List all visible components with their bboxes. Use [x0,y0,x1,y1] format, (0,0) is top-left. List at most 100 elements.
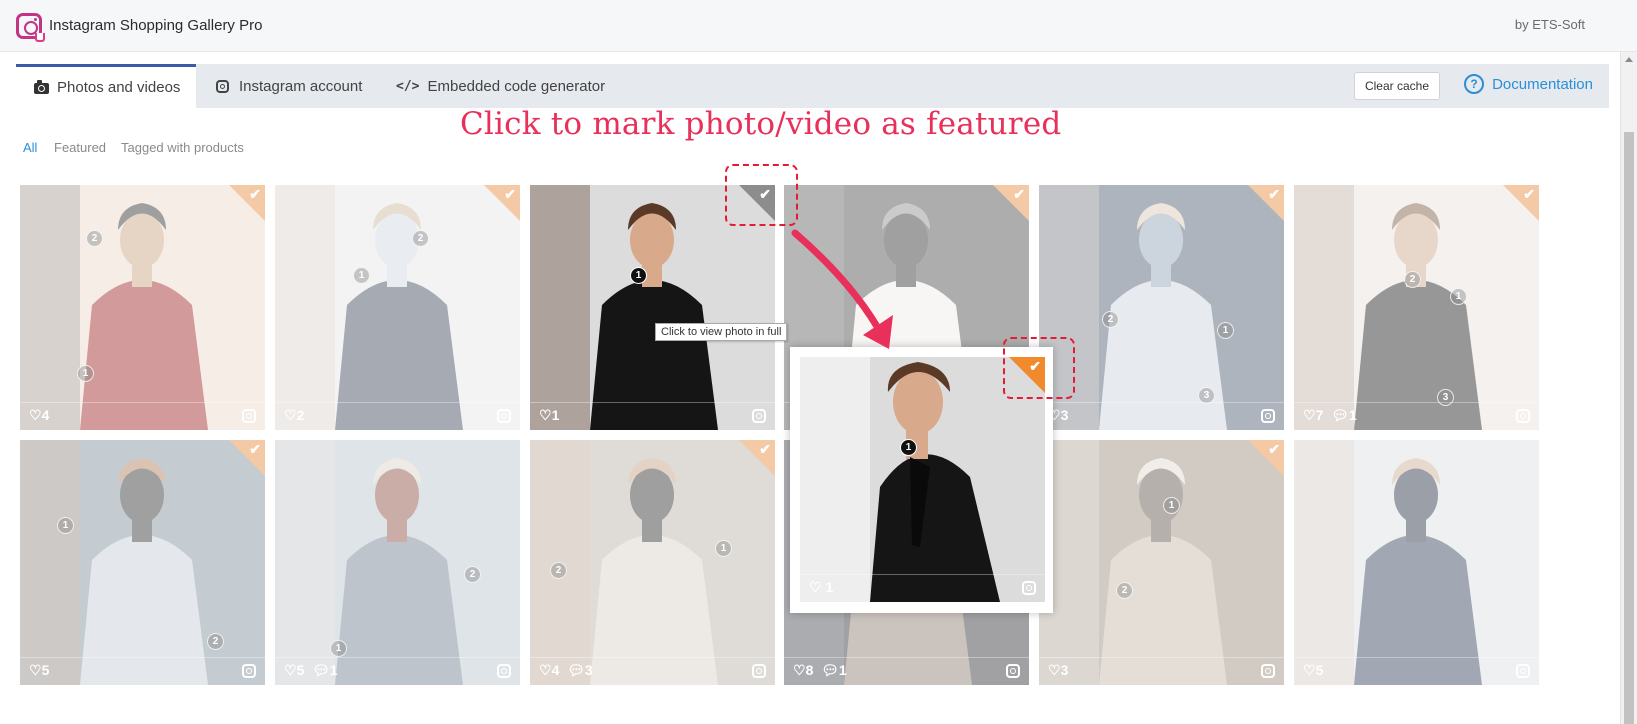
instagram-icon[interactable] [1022,581,1036,595]
gallery-photo-tile[interactable]: ♡5 [1294,440,1539,685]
tile-stats: ♡4 [29,407,50,423]
tile-stats: ♡8 💬︎1 [793,662,847,678]
product-tag-marker[interactable]: 1 [630,267,647,284]
tile-dim-overlay [1039,185,1284,430]
app-title: Instagram Shopping Gallery Pro [49,17,263,34]
gallery-photo-tile[interactable]: 2 1 3 ✔ ♡3 [1039,185,1284,430]
instagram-icon[interactable] [1516,664,1530,678]
instagram-icon[interactable] [752,664,766,678]
instagram-icon[interactable] [1516,409,1530,423]
gallery-photo-tile[interactable]: 2 1 ✔ ♡4 💬︎3 [530,440,775,685]
instagram-icon[interactable] [1261,409,1275,423]
filter-tagged-with-products[interactable]: Tagged with products [121,140,244,155]
tile-stats: ♡5 [29,662,50,678]
tile-footer: ♡3 [1039,402,1284,430]
tile-footer: ♡1 [530,402,775,430]
product-tag-marker[interactable]: 2 [550,562,567,579]
gallery-photo-tile[interactable]: 1 2 ✔ ♡5 [20,440,265,685]
tile-footer: ♡ 1 [800,574,1045,602]
comment-count: 1 [838,662,847,678]
help-circle-icon: ? [1464,74,1485,94]
like-count: 5 [1315,662,1324,678]
product-tag-marker[interactable]: 2 [207,633,224,650]
product-tag-marker[interactable]: 2 [412,230,429,247]
comment-count: 1 [1348,407,1357,423]
like-count: 3 [1060,407,1069,423]
tile-dim-overlay [275,440,520,685]
scroll-thumb[interactable] [1624,132,1634,724]
comment-count: 1 [329,662,338,678]
gallery-photo-tile[interactable]: 2 1 3 ✔ ♡7 💬︎1 [1294,185,1539,430]
tab-label: Instagram account [239,77,363,95]
gallery-photo-tile[interactable]: 2 1 ✔ ♡2 [275,185,520,430]
app-titlebar: Instagram Shopping Gallery Pro by ETS-So… [0,0,1637,52]
product-tag-marker[interactable]: 1 [353,267,370,284]
product-tag-marker[interactable]: 1 [1217,322,1234,339]
featured-toggle-highlight [725,164,798,226]
instagram-icon[interactable] [1261,664,1275,678]
product-tag-marker[interactable]: 1 [330,640,347,657]
clear-cache-button[interactable]: Clear cache [1353,72,1440,100]
filter-featured[interactable]: Featured [54,140,106,155]
tab-bar: Photos and videos Instagram account </> … [16,64,1609,108]
tab-photos-and-videos[interactable]: Photos and videos [16,64,196,108]
product-tag-marker[interactable]: 1 [57,517,74,534]
tile-footer: ♡8 💬︎1 [784,657,1029,685]
instagram-icon[interactable] [497,409,511,423]
product-tag-marker[interactable]: 1 [715,540,732,557]
like-count: 4 [551,662,560,678]
tile-dim-overlay [1039,440,1284,685]
gallery-photo-tile[interactable]: 2 1 ✔ ♡4 [20,185,265,430]
tab-embedded-code-generator[interactable]: </> Embedded code generator [396,64,605,108]
product-tag-marker[interactable]: 2 [1102,311,1119,328]
documentation-link[interactable]: ? Documentation [1464,74,1593,94]
annotation-arrow-icon [791,229,893,349]
product-tag-marker[interactable]: 1 [1450,288,1467,305]
tile-footer: ♡3 [1039,657,1284,685]
like-count: 5 [296,662,305,678]
product-tag-marker[interactable]: 2 [464,566,481,583]
product-tag-marker[interactable]: 1 [900,439,917,456]
tile-stats: ♡1 [539,407,560,423]
instagram-icon[interactable] [497,664,511,678]
tab-label: Photos and videos [57,79,181,96]
tile-dim-overlay [20,440,265,685]
tab-instagram-account[interactable]: Instagram account [216,64,362,108]
instagram-icon[interactable] [242,409,256,423]
instagram-icon[interactable] [1006,664,1020,678]
comment-count: 3 [584,662,593,678]
gallery-photo-tile[interactable]: 1 2 ✔ ♡3 [1039,440,1284,685]
instagram-icon[interactable] [242,664,256,678]
instagram-icon [216,79,231,94]
page-scrollbar[interactable] [1620,52,1637,724]
tab-label: Embedded code generator [427,77,606,95]
product-tag-marker[interactable]: 1 [77,365,94,382]
tile-dim-overlay [1294,185,1539,430]
tile-dim-overlay [275,185,520,430]
check-icon: ✔ [1013,186,1025,202]
product-tag-marker[interactable]: 1 [1163,497,1180,514]
like-count: 3 [1060,662,1069,678]
product-tag-marker[interactable]: 2 [1116,582,1133,599]
tile-stats: ♡3 [1048,662,1069,678]
check-icon: ✔ [1268,186,1280,202]
camera-icon [34,80,49,95]
like-count: 2 [296,407,305,423]
gallery-photo-tile[interactable]: 2 1 ♡5 💬︎1 [275,440,520,685]
instagram-icon[interactable] [752,409,766,423]
tile-dim-overlay [1294,440,1539,685]
check-icon: ✔ [759,441,771,457]
product-tag-marker[interactable]: 2 [1404,271,1421,288]
like-count: 7 [1315,407,1324,423]
scroll-up-icon[interactable] [1625,57,1633,62]
vendor-byline: by ETS-Soft [1514,17,1585,32]
filter-all[interactable]: All [23,140,37,155]
check-icon: ✔ [249,186,261,202]
tile-footer: ♡5 💬︎1 [275,657,520,685]
check-icon: ✔ [1268,441,1280,457]
like-count: 4 [41,407,50,423]
check-icon: ✔ [249,441,261,457]
product-tag-marker[interactable]: 2 [86,230,103,247]
like-count: ♡ 1 [809,579,834,595]
tile-dim-overlay [20,185,265,430]
